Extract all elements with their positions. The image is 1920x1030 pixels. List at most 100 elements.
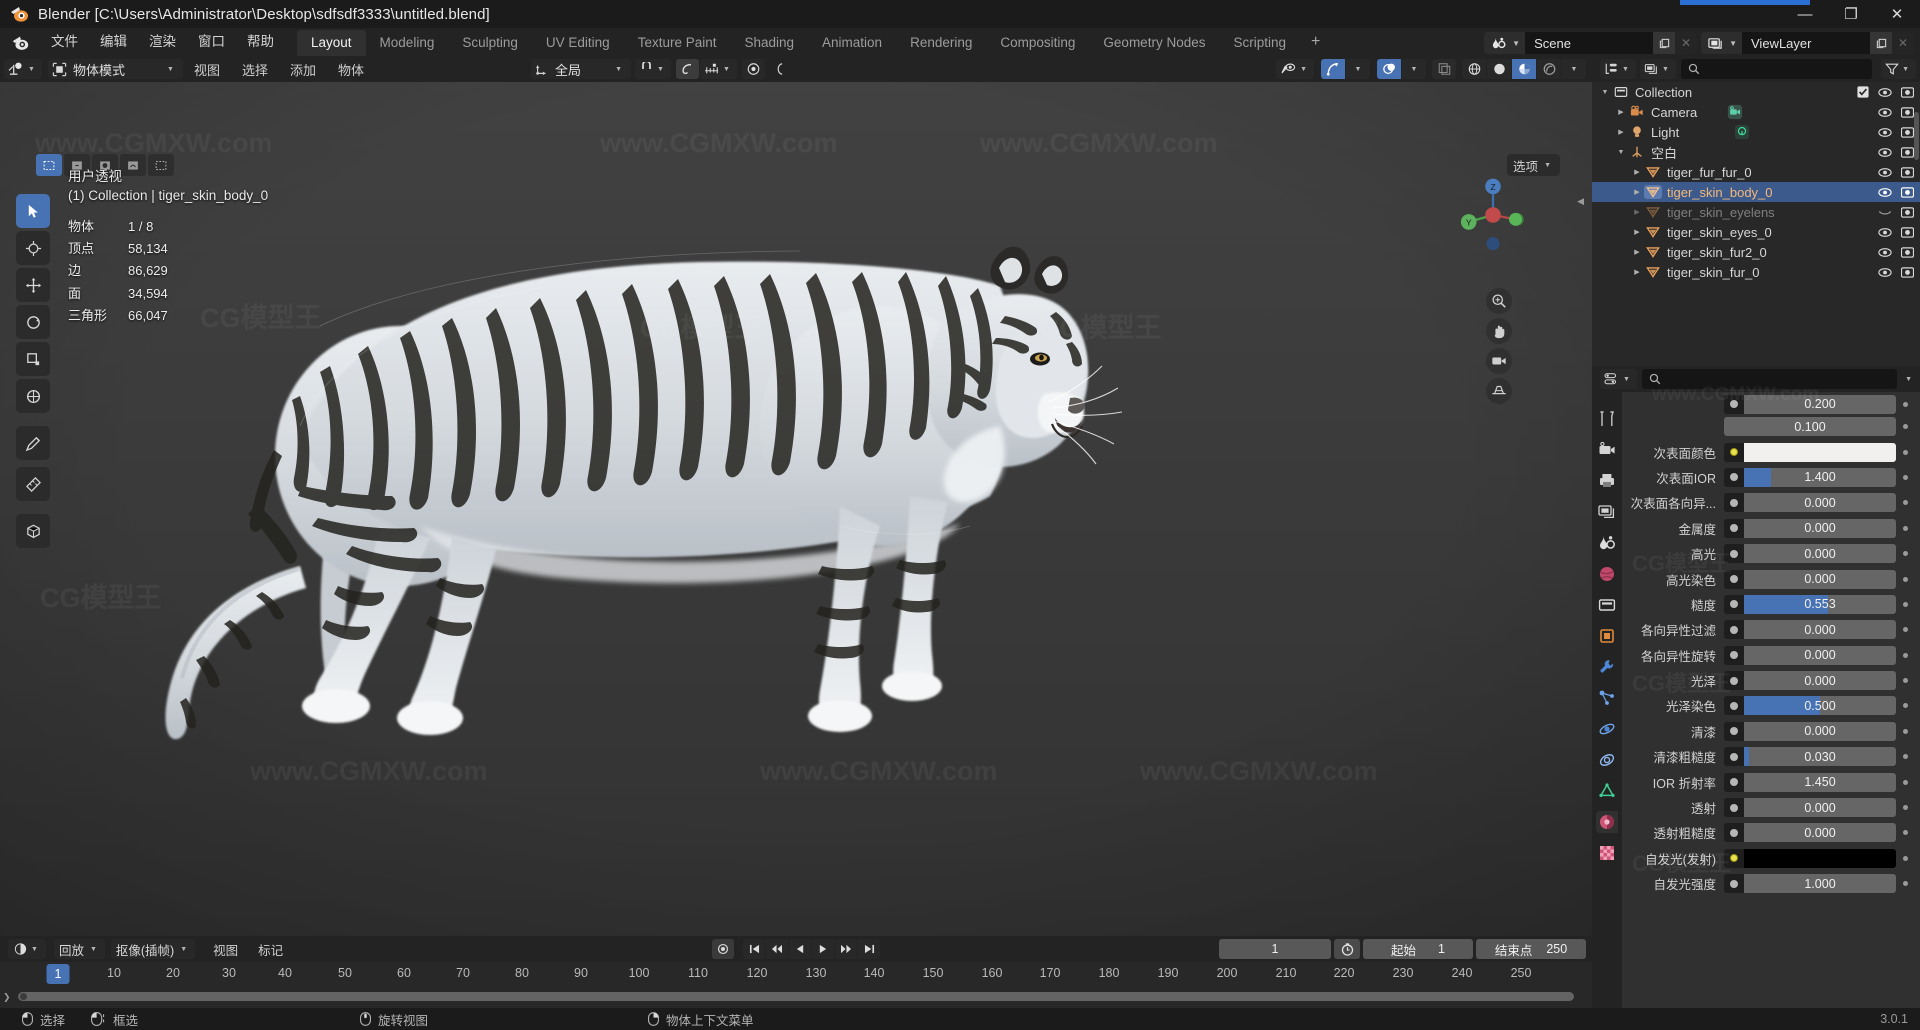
eye-icon[interactable] (1878, 247, 1892, 258)
animate-property-button[interactable] (1896, 881, 1914, 887)
viewport-menu-add[interactable]: 添加 (279, 60, 327, 79)
node-socket[interactable] (1724, 544, 1744, 564)
play-button[interactable] (812, 939, 834, 959)
property-row-emission-strength[interactable]: 自发光强度 1.000 (1622, 871, 1920, 896)
property-row-emission[interactable]: 自发光(发射) (1622, 846, 1920, 871)
property-row-transmission-roughness[interactable]: 透射粗糙度 0.000 (1622, 820, 1920, 845)
viewlayer-remove-button[interactable]: ✕ (1892, 32, 1914, 54)
tab-scene-icon[interactable] (1596, 532, 1618, 554)
jump-to-next-keyframe-button[interactable] (835, 939, 857, 959)
outliner-search-input[interactable] (1680, 59, 1873, 79)
timeline-ruler[interactable]: 10 20 30 40 50 60 70 80 90 100 110 120 1… (0, 962, 1592, 990)
property-value-field[interactable]: 0.000 (1744, 823, 1896, 843)
transform-orientation-selector[interactable]: 全局 ▼ (531, 59, 631, 79)
interaction-mode-selector[interactable]: 物体模式 ▼ (47, 59, 183, 79)
node-socket[interactable] (1724, 594, 1744, 614)
playback-menu-button[interactable]: 回放 ▼ (53, 939, 105, 959)
tab-rendering[interactable]: Rendering (896, 30, 986, 56)
tab-compositing[interactable]: Compositing (986, 30, 1089, 56)
outliner-row-empty[interactable]: ▼ 空白 (1592, 142, 1920, 162)
animate-property-button[interactable] (1896, 805, 1914, 811)
tab-geometry-nodes[interactable]: Geometry Nodes (1089, 30, 1219, 56)
animate-property-button[interactable] (1896, 401, 1914, 407)
keying-menu-button[interactable]: 抠像(插帧) ▼ (110, 939, 196, 959)
auto-keying-button[interactable] (712, 939, 734, 959)
outliner-row-camera[interactable]: ▶ Camera (1592, 102, 1920, 122)
animate-property-button[interactable] (1896, 652, 1914, 658)
timeline-menu-marker[interactable]: 标记 (248, 940, 293, 959)
outliner-scrollbar[interactable] (1914, 112, 1919, 160)
shading-material-preview-button[interactable] (1512, 59, 1536, 79)
property-row-subsurface-ior[interactable]: 次表面IOR 1.400 (1622, 465, 1920, 490)
eye-icon[interactable] (1878, 147, 1892, 158)
property-value-field[interactable]: 0.000 (1744, 569, 1896, 589)
animate-property-button[interactable] (1896, 474, 1914, 480)
viewport-3d[interactable]: www.CGMXW.com CG模型王 www.CGMXW.com www.CG… (0, 56, 1592, 936)
property-value-field[interactable]: 0.000 (1744, 493, 1896, 513)
current-frame-field[interactable]: 1 (1219, 939, 1331, 959)
property-value-field[interactable]: 1.400 (1744, 467, 1896, 487)
tab-physics-icon[interactable] (1596, 718, 1618, 740)
property-row-sheen-tint[interactable]: 光泽染色 0.500 (1622, 693, 1920, 718)
pivot-point-button[interactable] (741, 59, 765, 79)
tab-uv-editing[interactable]: UV Editing (532, 30, 624, 56)
outliner-filter-button[interactable]: ▼ (1881, 59, 1916, 79)
proportional-edit-button[interactable] (675, 59, 699, 79)
tab-particles-icon[interactable] (1596, 687, 1618, 709)
tab-scripting[interactable]: Scripting (1219, 30, 1300, 56)
scene-selector[interactable]: ▼ Scene ✕ (1484, 32, 1698, 54)
camera-render-icon[interactable] (1901, 246, 1914, 258)
tab-object-data-icon[interactable] (1596, 780, 1618, 802)
disclosure-triangle-icon[interactable]: ▶ (1630, 228, 1644, 236)
region-collapse-arrow[interactable]: ◀ (1577, 196, 1584, 207)
outliner-row-mesh-hidden[interactable]: ▶ tiger_skin_eyelens (1592, 202, 1920, 222)
jump-to-end-button[interactable] (858, 939, 880, 959)
property-row-sheen[interactable]: 光泽 0.000 (1622, 668, 1920, 693)
disclosure-triangle-icon[interactable]: ▶ (1630, 168, 1644, 176)
eye-icon[interactable] (1878, 107, 1892, 118)
outliner-row-mesh-selected[interactable]: ▶ tiger_skin_body_0 (1592, 182, 1920, 202)
tab-modifier-icon[interactable] (1596, 656, 1618, 678)
animate-property-button[interactable] (1896, 551, 1914, 557)
camera-view-button[interactable] (1486, 348, 1512, 374)
eye-icon[interactable] (1878, 267, 1892, 278)
tab-shading[interactable]: Shading (730, 30, 808, 56)
property-value-field[interactable]: 0.100 (1724, 417, 1896, 437)
tab-collection-icon[interactable] (1596, 594, 1618, 616)
property-value-field[interactable]: 0.000 (1744, 721, 1896, 741)
outliner-row-mesh[interactable]: ▶ tiger_skin_fur_0 (1592, 262, 1920, 282)
disclosure-triangle-icon[interactable]: ▶ (1630, 268, 1644, 276)
timeline-expand-arrow[interactable]: ❯ (3, 992, 11, 1003)
property-value-field[interactable]: 1.000 (1744, 874, 1896, 894)
animate-property-button[interactable] (1896, 728, 1914, 734)
scene-name[interactable]: Scene (1525, 32, 1654, 54)
tool-move[interactable] (16, 268, 50, 302)
property-row-anisotropic-rotation[interactable]: 各向异性旋转 0.000 (1622, 643, 1920, 668)
play-reverse-button[interactable] (789, 939, 811, 959)
disclosure-triangle-icon[interactable]: ▼ (1598, 89, 1612, 96)
property-value-field[interactable]: 0.000 (1744, 544, 1896, 564)
node-socket[interactable] (1724, 823, 1744, 843)
timeline-scrollbar[interactable] (18, 992, 1574, 1001)
property-value-field[interactable]: 0.000 (1744, 798, 1896, 818)
tab-tool-icon[interactable] (1596, 408, 1618, 430)
outliner-row-mesh[interactable]: ▶ tiger_fur_fur_0 (1592, 162, 1920, 182)
properties-options-chevron-icon[interactable]: ▼ (1905, 376, 1912, 383)
viewport-options-dropdown[interactable]: 选项 ▼ (1507, 154, 1560, 176)
shading-rendered-button[interactable] (1537, 59, 1561, 79)
animate-property-button[interactable] (1896, 830, 1914, 836)
property-row-subsurface-color[interactable]: 次表面颜色 (1622, 439, 1920, 464)
menu-window[interactable]: 窗口 (187, 26, 236, 56)
property-row[interactable]: 0.100 (1622, 414, 1920, 439)
end-frame-field[interactable]: 结束点 250 (1476, 939, 1586, 959)
node-socket[interactable] (1724, 747, 1744, 767)
property-row-clearcoat[interactable]: 清漆 0.000 (1622, 719, 1920, 744)
animate-property-button[interactable] (1896, 703, 1914, 709)
property-row-roughness[interactable]: 糙度 0.553 (1622, 592, 1920, 617)
pan-view-button[interactable] (1486, 318, 1512, 344)
outliner-editor-type-button[interactable]: ▼ (1600, 59, 1636, 79)
tab-viewlayer-icon[interactable] (1596, 501, 1618, 523)
node-socket[interactable] (1724, 874, 1744, 894)
property-row-transmission[interactable]: 透射 0.000 (1622, 795, 1920, 820)
tab-render-icon[interactable] (1596, 439, 1618, 461)
